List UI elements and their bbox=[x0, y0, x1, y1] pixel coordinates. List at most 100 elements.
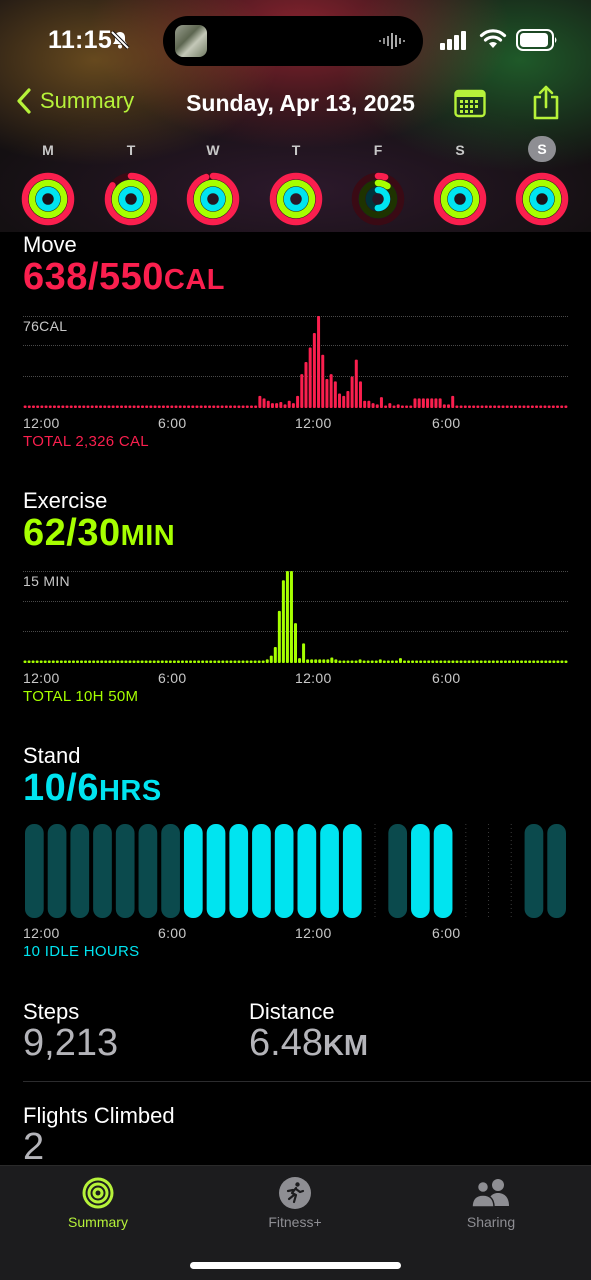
chart-bar bbox=[182, 405, 186, 408]
dynamic-island[interactable] bbox=[163, 16, 423, 66]
chart-bar bbox=[111, 405, 115, 408]
wifi-icon bbox=[479, 29, 507, 48]
chart-bar bbox=[160, 660, 164, 663]
tab-sharing[interactable]: Sharing bbox=[421, 1176, 561, 1230]
chart-bar bbox=[459, 405, 463, 408]
chart-bar bbox=[409, 405, 413, 408]
share-icon[interactable] bbox=[531, 84, 561, 120]
chart-bar bbox=[63, 660, 67, 663]
distance-unit: KM bbox=[322, 1030, 369, 1062]
chart-bar bbox=[354, 359, 358, 408]
activity-rings bbox=[269, 172, 323, 226]
chart-bar bbox=[556, 405, 560, 408]
stand-hour-bar bbox=[388, 824, 408, 918]
chart-bar bbox=[330, 657, 334, 663]
chart-bar bbox=[321, 354, 325, 408]
chart-bar bbox=[273, 647, 277, 663]
chart-bar bbox=[354, 660, 358, 663]
chart-bar bbox=[451, 395, 455, 408]
stand-hour-bar bbox=[161, 824, 180, 918]
chart-bar bbox=[334, 659, 338, 663]
chart-bar bbox=[269, 655, 273, 663]
chart-bar bbox=[388, 403, 392, 408]
home-indicator[interactable] bbox=[190, 1262, 401, 1269]
chart-bar bbox=[27, 660, 31, 663]
stand-hour-bar bbox=[524, 824, 544, 918]
chart-bar bbox=[442, 404, 446, 408]
stand-value: 10/6HRS bbox=[23, 767, 162, 810]
chart-bar bbox=[564, 660, 568, 663]
move-title: Move bbox=[23, 232, 77, 257]
chart-bar bbox=[539, 405, 543, 408]
chart-bar bbox=[338, 393, 342, 408]
chart-bar bbox=[120, 660, 124, 663]
exercise-x-label: 6:00 bbox=[432, 670, 461, 686]
tab-fitness-plus[interactable]: Fitness+ bbox=[225, 1176, 365, 1230]
chart-bar bbox=[358, 381, 362, 408]
activity-content[interactable]: Move 638/550CAL 76CAL 12:00 6:00 12:00 6… bbox=[0, 232, 591, 1165]
chart-bar bbox=[370, 660, 374, 663]
chart-bar bbox=[488, 405, 492, 408]
chart-bar bbox=[532, 660, 536, 663]
stand-hour-bar bbox=[297, 824, 317, 918]
chart-bar bbox=[35, 660, 39, 663]
chart-bar bbox=[342, 395, 346, 408]
chart-bar bbox=[203, 405, 207, 408]
stand-hour-bar bbox=[93, 824, 112, 918]
chart-bar bbox=[277, 610, 281, 663]
chart-bar bbox=[310, 659, 314, 663]
chart-bar bbox=[384, 405, 388, 408]
activity-rings-icon bbox=[82, 1177, 114, 1209]
stand-hour-bar bbox=[70, 824, 90, 918]
chart-bar bbox=[374, 660, 378, 663]
chart-bar bbox=[180, 660, 184, 663]
chart-bar bbox=[491, 660, 495, 663]
chart-bar bbox=[224, 405, 228, 408]
stand-unit: HRS bbox=[98, 775, 162, 807]
day-label: F bbox=[373, 142, 383, 158]
calendar-icon[interactable] bbox=[454, 88, 486, 118]
move-value: 638/550CAL bbox=[23, 256, 225, 299]
chart-bar bbox=[23, 405, 27, 408]
stand-hour-bar bbox=[547, 824, 566, 918]
chart-bar bbox=[128, 405, 132, 408]
chart-bar bbox=[136, 660, 140, 663]
chart-bar bbox=[136, 405, 140, 408]
exercise-x-label: 12:00 bbox=[295, 670, 332, 686]
chart-bar bbox=[100, 660, 104, 663]
tab-summary[interactable]: Summary bbox=[28, 1176, 168, 1230]
exercise-total: TOTAL 10H 50M bbox=[23, 688, 139, 705]
chart-bar bbox=[302, 643, 306, 663]
chart-bar bbox=[174, 405, 178, 408]
chart-bar bbox=[23, 660, 27, 663]
chart-bar bbox=[459, 660, 463, 663]
chart-bar bbox=[249, 660, 253, 663]
chart-bar bbox=[40, 405, 44, 408]
day-label: W bbox=[206, 142, 220, 158]
chart-bar bbox=[229, 405, 233, 408]
chart-bar bbox=[115, 405, 119, 408]
chart-bar bbox=[237, 660, 241, 663]
chart-bar bbox=[164, 660, 168, 663]
chart-bar bbox=[205, 660, 209, 663]
move-x-label: 6:00 bbox=[432, 415, 461, 431]
chart-bar bbox=[447, 404, 451, 408]
chart-bar bbox=[241, 660, 245, 663]
chart-bar bbox=[39, 660, 43, 663]
activity-rings bbox=[186, 172, 240, 226]
chart-bar bbox=[419, 660, 423, 663]
chart-bar bbox=[325, 378, 329, 408]
move-x-label: 6:00 bbox=[158, 415, 187, 431]
chart-bar bbox=[156, 660, 160, 663]
chart-bar bbox=[363, 400, 367, 408]
chart-bar bbox=[509, 405, 513, 408]
divider bbox=[23, 1081, 591, 1082]
chart-bar bbox=[548, 660, 552, 663]
chart-bar bbox=[289, 571, 293, 663]
chart-bar bbox=[275, 403, 279, 408]
chart-bar bbox=[483, 660, 487, 663]
chart-bar bbox=[128, 660, 132, 663]
chart-bar bbox=[540, 660, 544, 663]
stand-total: 10 IDLE HOURS bbox=[23, 943, 140, 960]
chart-bar bbox=[88, 660, 92, 663]
